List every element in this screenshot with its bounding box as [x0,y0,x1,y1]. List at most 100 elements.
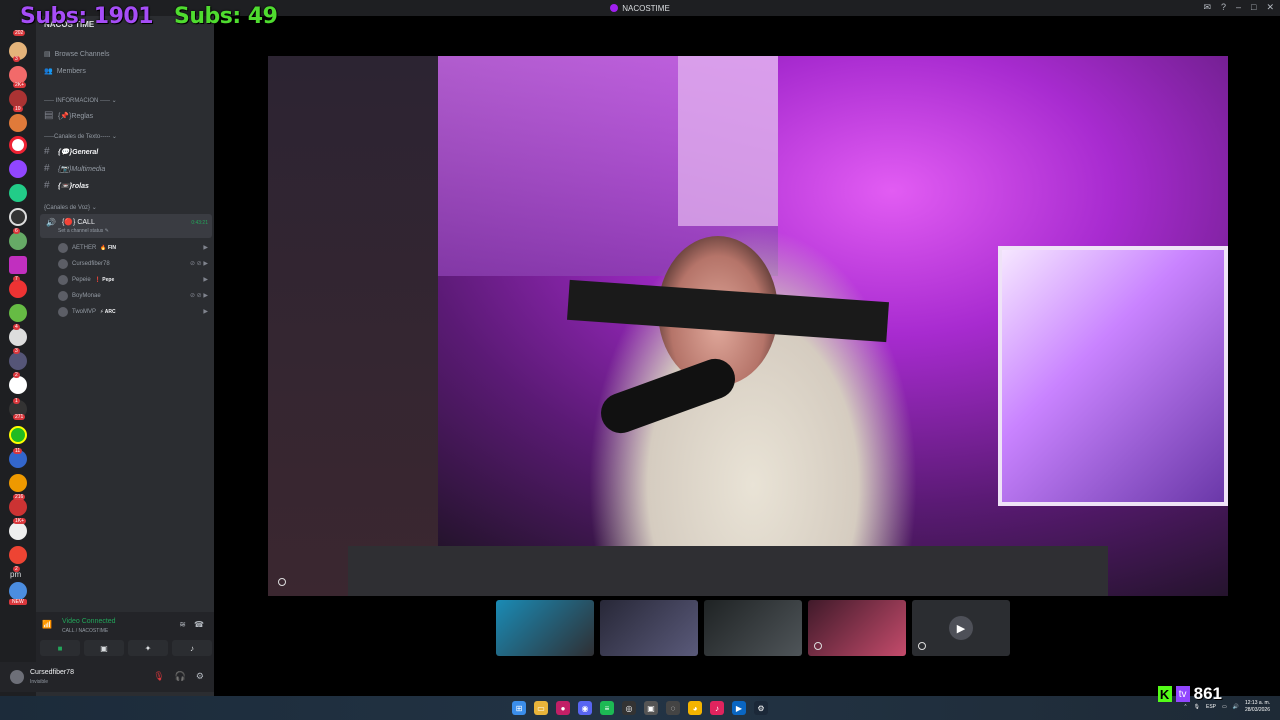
category-texto[interactable]: -----Canales de Texto----- ⌄ [44,133,117,140]
video-icon: ▶ [203,245,208,251]
category-informacion[interactable]: ----- INFORMACION ----- ⌄ [44,97,117,104]
chrome-icon[interactable]: ◕ [688,701,702,715]
voice-user[interactable]: BoyMonae [58,291,105,301]
call-timer: 0:43:21 [191,220,208,226]
server-icon[interactable] [9,498,27,516]
deafen-icon[interactable]: 🎧 [175,671,186,682]
channel-rolas[interactable]: # {📼}rolas [44,180,89,191]
soundboard-button[interactable]: ♪ [172,640,212,656]
app-icon[interactable]: ◌ [666,701,680,715]
clock[interactable]: 12:13 a. m. 28/03/2026 [1245,700,1270,714]
server-icon[interactable] [9,352,27,370]
language-indicator[interactable]: ESP [1206,704,1216,710]
server-icon[interactable] [9,474,27,492]
call-status[interactable]: Set a channel status ✎ [58,228,109,234]
activities-button[interactable]: ✦ [128,640,168,656]
participant-tile[interactable] [704,600,802,656]
tiktok-icon[interactable]: ♪ [710,701,724,715]
app-icon[interactable]: ▶ [732,701,746,715]
spotify-icon[interactable]: ≡ [600,701,614,715]
obs-icon[interactable]: ◎ [622,701,636,715]
noise-suppression-icon[interactable]: ≋ [179,620,186,629]
server-icon[interactable] [9,328,27,346]
participant-tile[interactable] [496,600,594,656]
discord-icon[interactable]: ◉ [578,701,592,715]
server-badge: 7 [13,276,20,282]
participant-tile[interactable] [808,600,906,656]
server-badge: 216 [13,494,26,500]
subs-counter-left: Subs: 1901 [20,4,154,29]
windows-start-icon[interactable]: ⊞ [512,701,526,715]
server-icon[interactable] [9,184,27,202]
rules-icon: ▤ [44,110,54,121]
server-icon[interactable] [9,546,27,564]
server-badge: 1K+ [13,518,27,524]
disconnect-icon[interactable]: ☎ [194,620,204,629]
speaker-icon[interactable]: 🔊 [1233,704,1239,710]
user-name[interactable]: Cursedfiber78 [30,669,74,676]
participant-tile[interactable]: ▶ [912,600,1010,656]
user-avatar[interactable] [10,670,24,684]
mute-icon[interactable]: 🎙 [153,671,164,682]
server-icon[interactable] [9,582,27,600]
window-controls: ✉ ? – □ ✕ [1203,2,1274,13]
chevron-up-icon[interactable]: ⌃ [1183,704,1187,710]
hash-icon: # [44,163,50,174]
avatar [58,307,68,317]
voice-channel-call[interactable]: 🔊 {🔴} CALL Set a channel status ✎ 0:43:2… [40,214,212,238]
help-icon[interactable]: ? [1221,2,1226,13]
voice-user[interactable]: AETHER 🔥 FIN [58,243,116,253]
screen-share-button[interactable]: ▣ [84,640,124,656]
twitch-server-icon[interactable] [9,160,27,178]
channel-label: {📌}Reglas [58,112,94,120]
server-icon[interactable] [9,256,27,274]
server-badge: 3 [13,56,20,62]
channel-multimedia[interactable]: # {📷}Multimedia [44,163,105,174]
video-pc-case [998,246,1228,506]
voice-user[interactable]: TwoMVP ⚡ ARC [58,307,116,317]
server-badge: 6 [13,228,20,234]
camera-button[interactable]: ■ [40,640,80,656]
taskbar: ⊞ ▭ ● ◉ ≡ ◎ ▣ ◌ ◕ ♪ ▶ ⚙ ⌃ 🎙 ESP ▭ 🔊 12:1… [0,696,1280,720]
file-explorer-icon[interactable]: ▭ [534,701,548,715]
twitch-icon: tv [1175,686,1190,702]
main-video-feed[interactable] [268,56,1228,596]
user-tag: ⚡ ARC [100,309,116,315]
server-badge: 1 [13,398,20,404]
server-icon[interactable] [9,114,27,132]
server-icon[interactable] [9,426,27,444]
maximize-button[interactable]: □ [1251,2,1256,13]
server-icon[interactable] [9,136,27,154]
channel-general[interactable]: # {💬}General [44,146,98,157]
category-voz[interactable]: {Canales de Voz} ⌄ [44,204,97,211]
channel-label: {💬}General [58,148,99,156]
server-icon[interactable] [9,522,27,540]
signal-icon: 📶 [42,620,52,629]
hash-icon: # [44,146,50,157]
server-rail: 202 3 2K+ 10 6 7 4 3 2 1 271 11 216 1K+ [0,16,36,696]
channel-reglas[interactable]: ▤ {📌}Reglas [44,110,93,121]
browse-channels[interactable]: ▤ Browse Channels [44,50,110,59]
server-icon[interactable] [9,280,27,298]
app-icon[interactable]: ● [556,701,570,715]
server-icon[interactable] [9,304,27,322]
app-icon[interactable]: ▣ [644,701,658,715]
participant-tile[interactable] [600,600,698,656]
network-icon[interactable]: ▭ [1222,704,1227,710]
deafened-icon: ⊘ ⊘ ▶ [189,261,208,267]
close-button[interactable]: ✕ [1266,2,1274,13]
voice-connected-subtitle[interactable]: CALL / NACOSTIME [62,628,108,634]
voice-user[interactable]: Pepeie ❗ Pepe [58,275,114,285]
settings-gear-icon[interactable]: ⚙ [196,671,204,682]
voice-connected-title[interactable]: Video Connected [62,618,116,625]
server-icon[interactable] [9,232,27,250]
server-icon[interactable] [9,208,27,226]
mic-icon[interactable]: 🎙 [1194,704,1200,710]
user-controls: 🎙 🎧 ⚙ [153,671,204,682]
members-link[interactable]: 👥 Members [44,67,86,76]
voice-user[interactable]: Cursedfiber78 [58,259,114,269]
minimize-button[interactable]: – [1236,2,1241,13]
inbox-icon[interactable]: ✉ [1203,2,1211,13]
steam-icon[interactable]: ⚙ [754,701,768,715]
server-icon[interactable] [9,376,27,394]
